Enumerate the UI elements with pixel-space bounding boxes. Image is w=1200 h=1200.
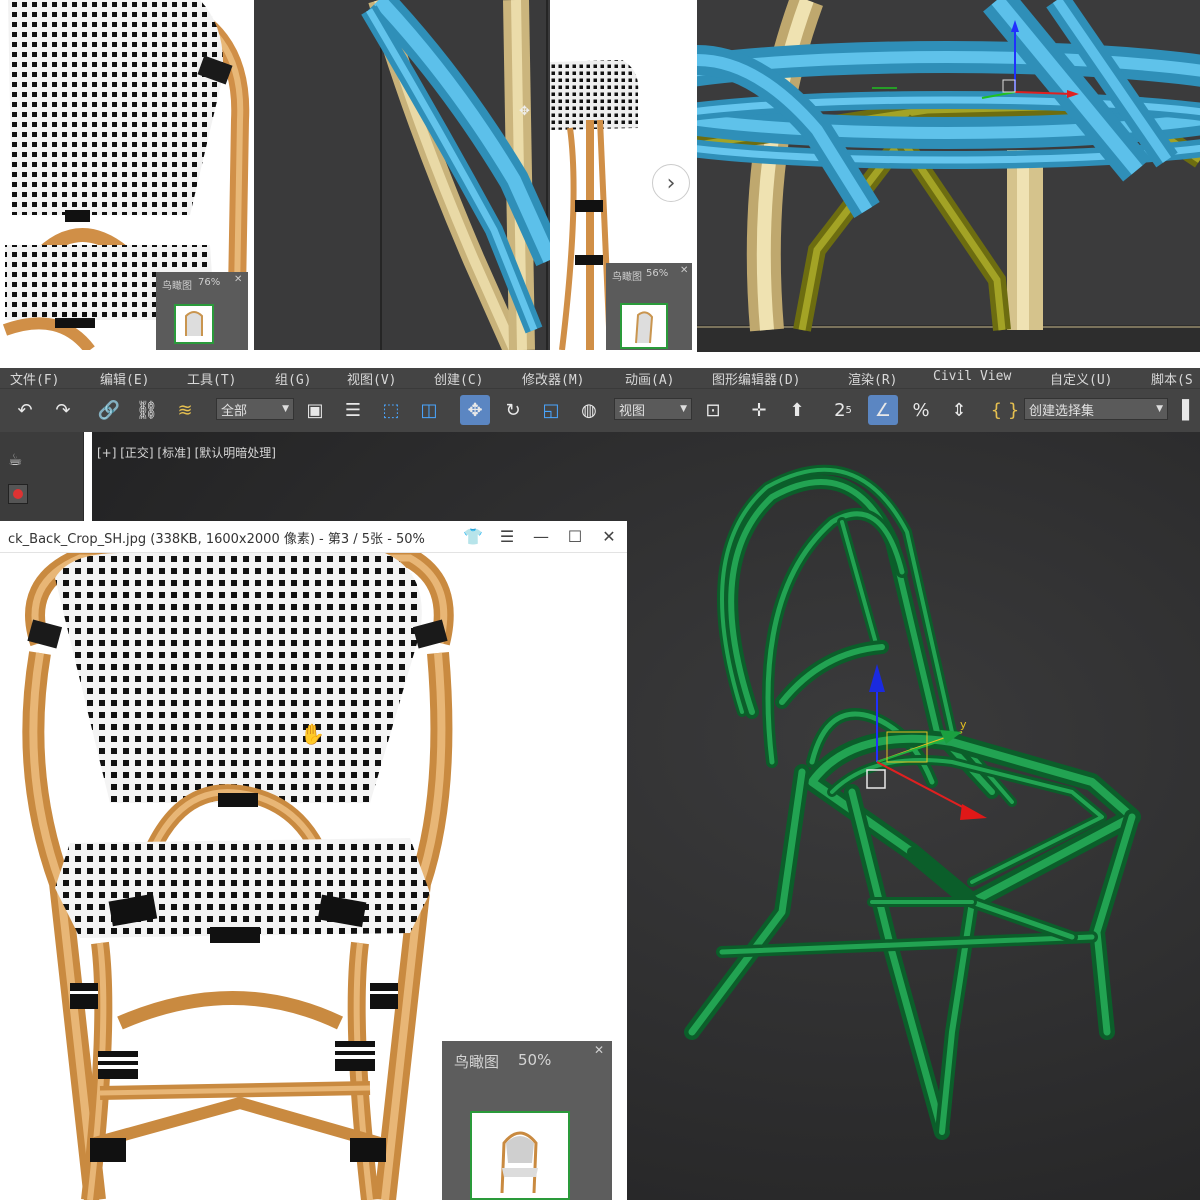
angle-snap-icon[interactable]: ∠ xyxy=(868,395,898,425)
reference-coordinate-value: 视图 xyxy=(619,403,646,419)
close-icon[interactable]: ✕ xyxy=(598,526,620,548)
named-selection-value: 创建选择集 xyxy=(1029,403,1095,419)
selection-filter-dropdown[interactable]: 全部 ▼ xyxy=(216,398,294,420)
keyboard-shortcut-override-icon[interactable]: ⬆ xyxy=(782,395,812,425)
image-viewer-titlebar[interactable]: ck_Back_Crop_SH.jpg (338KB, 1600x2000 像素… xyxy=(0,521,627,553)
snaps-toggle-icon[interactable]: 25 xyxy=(828,395,858,425)
select-and-rotate-icon[interactable]: ↻ xyxy=(498,395,528,425)
select-and-scale-icon[interactable]: ◱ xyxy=(536,395,566,425)
menu-file[interactable]: 文件(F) xyxy=(10,369,59,388)
use-pivot-center-icon[interactable]: ⊡ xyxy=(698,395,728,425)
reference-photo-top-mid-right: › 鸟瞰图 56% ✕ xyxy=(550,0,695,350)
reference-coordinate-dropdown[interactable]: 视图 ▼ xyxy=(614,398,692,420)
select-and-move-icon[interactable]: ✥ xyxy=(460,395,490,425)
select-manipulate-icon[interactable]: ✛ xyxy=(744,395,774,425)
minimize-icon[interactable]: — xyxy=(530,526,552,548)
navigator-zoom: 56% xyxy=(646,268,669,279)
menu-modifiers[interactable]: 修改器(M) xyxy=(522,369,584,388)
menu-group[interactable]: 组(G) xyxy=(275,369,311,388)
chevron-down-icon: ▼ xyxy=(680,404,687,414)
snap-value: 2 xyxy=(834,399,846,421)
menu-views[interactable]: 视图(V) xyxy=(347,369,396,388)
select-and-place-icon[interactable]: ◍ xyxy=(574,395,604,425)
chevron-down-icon: ▼ xyxy=(1156,404,1163,414)
navigator-title: 鸟瞰图 xyxy=(162,281,192,292)
select-object-icon[interactable]: ▣ xyxy=(300,395,330,425)
redo-icon[interactable]: ↷ xyxy=(48,395,78,425)
navigator-panel-main[interactable]: 鸟瞰图 50% ✕ xyxy=(442,1041,612,1200)
reference-photo-top-left: 鸟瞰图 76% ✕ xyxy=(0,0,250,350)
rectangular-selection-icon[interactable]: ⬚ xyxy=(376,395,406,425)
viewport-closeup-top-right xyxy=(697,0,1200,352)
menu-edit[interactable]: 编辑(E) xyxy=(100,369,149,388)
image-viewer-title: ck_Back_Crop_SH.jpg (338KB, 1600x2000 像素… xyxy=(8,532,425,547)
menu-customize[interactable]: 自定义(U) xyxy=(1050,369,1112,388)
select-by-name-icon[interactable]: ☰ xyxy=(338,395,368,425)
svg-text:✋: ✋ xyxy=(300,722,325,746)
navigator-thumbnail[interactable] xyxy=(470,1111,570,1200)
mirror-icon[interactable]: ▌ xyxy=(1174,395,1200,425)
viewport-closeup-top-mid: ✥ xyxy=(254,0,550,350)
unlink-icon[interactable]: ⛓ xyxy=(132,395,162,425)
snap-sub-value: 5 xyxy=(845,404,852,416)
navigator-zoom: 76% xyxy=(198,277,221,288)
left-command-strip: ☕ xyxy=(0,432,84,522)
next-image-button[interactable]: › xyxy=(652,164,690,202)
menu-rendering[interactable]: 渲染(R) xyxy=(848,369,897,388)
window-crossing-icon[interactable]: ◫ xyxy=(414,395,444,425)
selection-filter-value: 全部 xyxy=(221,403,248,419)
svg-text:✥: ✥ xyxy=(519,104,530,119)
navigator-title: 鸟瞰图 xyxy=(454,1053,500,1071)
menu-animation[interactable]: 动画(A) xyxy=(625,369,674,388)
edit-named-selection-icon[interactable]: { } xyxy=(990,395,1020,425)
navigator-title: 鸟瞰图 xyxy=(612,272,642,283)
viewport-label[interactable]: [+] [正交] [标准] [默认明暗处理] xyxy=(97,444,276,461)
teapot-icon[interactable]: ☕ xyxy=(8,450,22,469)
link-icon[interactable]: 🔗 xyxy=(94,395,124,425)
shirt-icon[interactable]: 👕 xyxy=(462,526,484,548)
menu-icon[interactable]: ☰ xyxy=(496,526,518,548)
maximize-icon[interactable]: ☐ xyxy=(564,526,586,548)
menu-civil-view[interactable]: Civil View xyxy=(933,369,1011,384)
bind-space-warp-icon[interactable]: ≋ xyxy=(170,395,200,425)
menu-create[interactable]: 创建(C) xyxy=(434,369,483,388)
close-icon[interactable]: ✕ xyxy=(680,265,688,276)
chevron-down-icon: ▼ xyxy=(282,404,289,414)
spinner-snap-icon[interactable]: ⇕ xyxy=(944,395,974,425)
material-editor-icon[interactable] xyxy=(8,484,28,504)
close-icon[interactable]: ✕ xyxy=(594,1043,604,1057)
undo-icon[interactable]: ↶ xyxy=(10,395,40,425)
percent-snap-icon[interactable]: % xyxy=(906,395,936,425)
chevron-right-icon: › xyxy=(666,170,676,196)
main-toolbar: ↶ ↷ 🔗 ⛓ ≋ 全部 ▼ ▣ ☰ ⬚ ◫ ✥ ↻ ◱ ◍ 视图 ▼ ⊡ ✛ … xyxy=(0,388,1200,432)
svg-text:y: y xyxy=(960,718,967,731)
navigator-panel-top-mid[interactable]: 鸟瞰图 56% ✕ xyxy=(606,263,692,350)
menu-bar: 文件(F) 编辑(E) 工具(T) 组(G) 视图(V) 创建(C) 修改器(M… xyxy=(0,368,1200,388)
menu-tools[interactable]: 工具(T) xyxy=(187,369,236,388)
navigator-thumbnail[interactable] xyxy=(174,304,214,344)
navigator-panel-top-left[interactable]: 鸟瞰图 76% ✕ xyxy=(156,272,248,350)
navigator-zoom: 50% xyxy=(518,1051,552,1069)
close-icon[interactable]: ✕ xyxy=(234,274,242,285)
navigator-thumbnail[interactable] xyxy=(620,303,668,349)
menu-scripting[interactable]: 脚本(S xyxy=(1151,369,1193,388)
menu-graph-editors[interactable]: 图形编辑器(D) xyxy=(712,369,800,388)
named-selection-dropdown[interactable]: 创建选择集 ▼ xyxy=(1024,398,1168,420)
